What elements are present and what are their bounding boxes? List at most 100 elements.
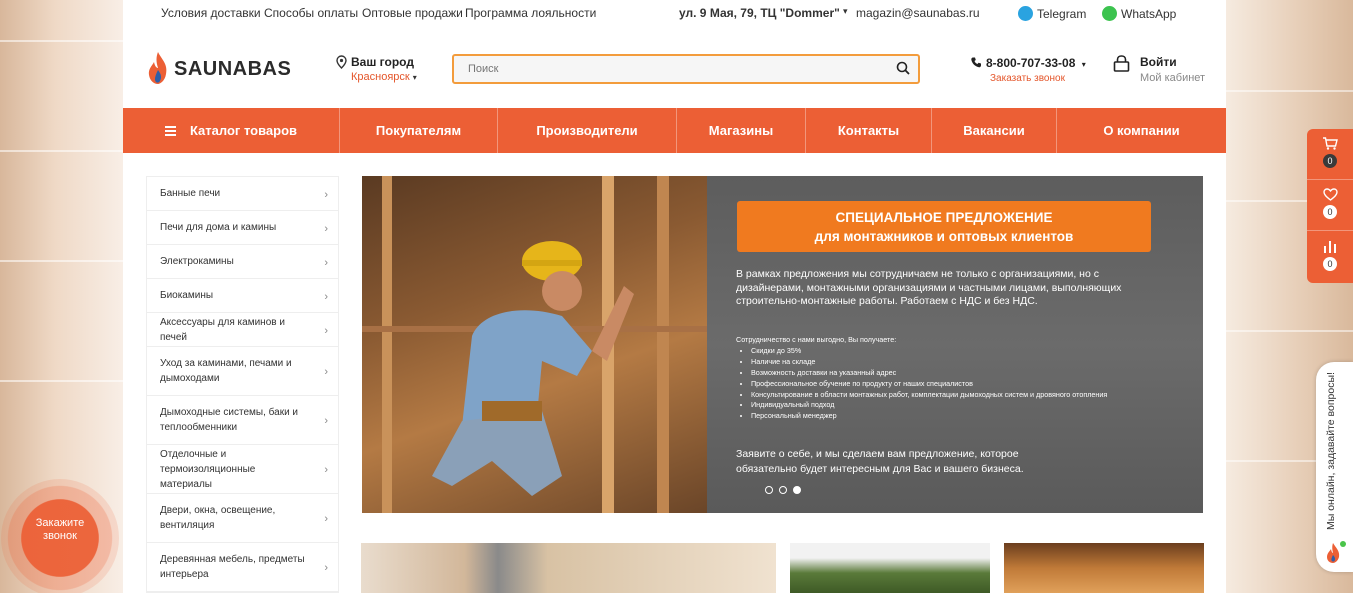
sidebar-item-label: Уход за каминами, печами и дымоходами: [160, 358, 292, 384]
quick-actions-bar: 0 0 0: [1307, 129, 1353, 283]
sidebar-item-label: Банные печи: [160, 188, 221, 199]
phone-dropdown-icon[interactable]: ▾: [1082, 60, 1086, 69]
callback-widget-line1: Закажите: [35, 517, 85, 529]
sidebar-item-finishing[interactable]: Отделочные и термоизоляционные материалы…: [147, 445, 338, 494]
worker-illustration: [362, 176, 707, 513]
logo[interactable]: SAUNABAS: [146, 50, 296, 88]
chevron-right-icon: ›: [324, 188, 328, 201]
chevron-right-icon: ›: [324, 290, 328, 303]
search-box: [452, 54, 920, 84]
logo-text: SAUNABAS: [174, 58, 292, 80]
phone-icon: [971, 57, 981, 68]
nav-contacts[interactable]: Контакты: [806, 108, 932, 153]
cabinet-label: Мой кабинет: [1140, 72, 1206, 84]
city-label: Ваш город: [351, 55, 414, 69]
sidebar-item-label: Двери, окна, освещение, вентиляция: [160, 505, 276, 531]
sidebar-item-bath-stoves[interactable]: Банные печи ›: [147, 177, 338, 211]
benefit-item: Индивидуальный подход: [751, 400, 1176, 411]
main-nav: Каталог товаров Покупателям Производител…: [123, 108, 1226, 153]
nav-catalog[interactable]: Каталог товаров: [123, 108, 340, 153]
nav-customers[interactable]: Покупателям: [340, 108, 498, 153]
banner-photo: [362, 176, 707, 513]
sidebar-item-label: Отделочные и термоизоляционные материалы: [160, 448, 256, 490]
chevron-right-icon: ›: [324, 415, 328, 427]
phone-number[interactable]: 8-800-707-33-08: [986, 56, 1075, 70]
compare-button[interactable]: 0: [1307, 231, 1353, 282]
sidebar-item-doors[interactable]: Двери, окна, освещение, вентиляция ›: [147, 494, 338, 543]
chevron-right-icon: ›: [324, 366, 328, 378]
category-tile-interior[interactable]: [1004, 543, 1204, 593]
chevron-right-icon: ›: [324, 324, 328, 337]
category-tile-garden[interactable]: [790, 543, 990, 593]
callback-widget[interactable]: Закажите звонок: [1, 479, 119, 593]
address-dropdown-icon[interactable]: ▾: [843, 6, 848, 17]
page: Условия доставки Способы оплаты Оптовые …: [123, 0, 1226, 593]
slider-dot-2[interactable]: [779, 486, 787, 494]
sidebar-item-label: Аксессуары для каминов и печей: [160, 316, 285, 343]
nav-manufacturers[interactable]: Производители: [498, 108, 677, 153]
city-selector[interactable]: Ваш город Красноярск ▾: [336, 55, 417, 83]
nav-catalog-label: Каталог товаров: [189, 123, 298, 138]
city-dropdown-icon: ▾: [412, 73, 417, 82]
nav-about[interactable]: О компании: [1057, 108, 1226, 153]
slider-dot-3[interactable]: [793, 486, 801, 494]
whatsapp-link[interactable]: WhatsApp: [1102, 6, 1176, 21]
location-pin-icon: [336, 55, 347, 69]
benefits-block: Сотрудничество с нами выгодно, Вы получа…: [736, 335, 1176, 422]
callback-link[interactable]: Заказать звонок: [990, 73, 1086, 84]
sidebar-item-label: Биокамины: [160, 290, 214, 301]
chevron-right-icon: ›: [324, 562, 328, 574]
telegram-icon: [1018, 6, 1033, 21]
nav-vacancies[interactable]: Вакансии: [932, 108, 1057, 153]
chevron-right-icon: ›: [324, 464, 328, 476]
whatsapp-icon: [1102, 6, 1117, 21]
compare-chart-icon: [1324, 241, 1336, 253]
sidebar-item-care[interactable]: Уход за каминами, печами и дымоходами ›: [147, 347, 338, 396]
city-value[interactable]: Красноярск ▾: [351, 71, 417, 83]
sidebar-item-furniture[interactable]: Деревянная мебель, предметы интерьера ›: [147, 543, 338, 592]
phone-block: 8-800-707-33-08 ▾ Заказать звонок: [971, 56, 1086, 84]
link-loyalty[interactable]: Программа лояльности: [465, 6, 596, 20]
callback-widget-line2: звонок: [43, 530, 77, 542]
benefit-item: Персональный менеджер: [751, 411, 1176, 422]
nav-stores[interactable]: Магазины: [677, 108, 806, 153]
benefit-item: Возможность доставки на указанный адрес: [751, 368, 1176, 379]
sidebar-item-label: Электрокамины: [160, 256, 234, 267]
search-input[interactable]: [468, 61, 868, 77]
search-icon[interactable]: [896, 61, 910, 75]
cart-button[interactable]: 0: [1307, 129, 1353, 180]
slider-dots: [765, 486, 801, 494]
link-delivery[interactable]: Условия доставки: [161, 6, 261, 20]
category-tile-sauna[interactable]: [361, 543, 776, 593]
sidebar-item-home-stoves[interactable]: Печи для дома и камины ›: [147, 211, 338, 245]
offer-title: СПЕЦИАЛЬНОЕ ПРЕДЛОЖЕНИЕ для монтажников …: [737, 201, 1151, 252]
sidebar-item-chimneys[interactable]: Дымоходные системы, баки и теплообменник…: [147, 396, 338, 445]
favorites-count: 0: [1323, 205, 1337, 219]
banner-text-panel: СПЕЦИАЛЬНОЕ ПРЕДЛОЖЕНИЕ для монтажников …: [707, 176, 1203, 513]
link-wholesale[interactable]: Оптовые продажи: [362, 6, 463, 20]
sidebar-item-label: Печи для дома и камины: [160, 222, 277, 233]
login-label: Войти: [1140, 55, 1177, 69]
benefit-item: Скидки до 35%: [751, 346, 1176, 357]
sidebar-item-electric-fireplaces[interactable]: Электрокамины ›: [147, 245, 338, 279]
link-payment[interactable]: Способы оплаты: [264, 6, 358, 20]
chevron-right-icon: ›: [324, 256, 328, 269]
chevron-right-icon: ›: [324, 222, 328, 235]
cart-icon: [1323, 137, 1338, 150]
callback-widget-label: Закажите звонок: [36, 517, 84, 543]
favorites-button[interactable]: 0: [1307, 180, 1353, 231]
telegram-link[interactable]: Telegram: [1018, 6, 1086, 21]
email-link[interactable]: magazin@saunabas.ru: [856, 6, 980, 20]
sidebar-item-label: Дымоходные системы, баки и теплообменник…: [160, 407, 299, 433]
benefit-item: Наличие на складе: [751, 357, 1176, 368]
online-chat-tab[interactable]: Мы онлайн, задавайте вопросы!: [1316, 362, 1353, 572]
cart-count: 0: [1323, 154, 1337, 168]
chevron-right-icon: ›: [324, 513, 328, 525]
slider-dot-1[interactable]: [765, 486, 773, 494]
sidebar-item-accessories[interactable]: Аксессуары для каминов и печей ›: [147, 313, 338, 347]
sidebar-item-biofireplaces[interactable]: Биокамины ›: [147, 279, 338, 313]
promo-banner[interactable]: СПЕЦИАЛЬНОЕ ПРЕДЛОЖЕНИЕ для монтажников …: [362, 176, 1203, 513]
login-block[interactable]: Войти Мой кабинет: [1113, 55, 1205, 84]
telegram-label: Telegram: [1037, 7, 1087, 21]
banner-paragraph: В рамках предложения мы сотрудничаем не …: [736, 268, 1122, 307]
